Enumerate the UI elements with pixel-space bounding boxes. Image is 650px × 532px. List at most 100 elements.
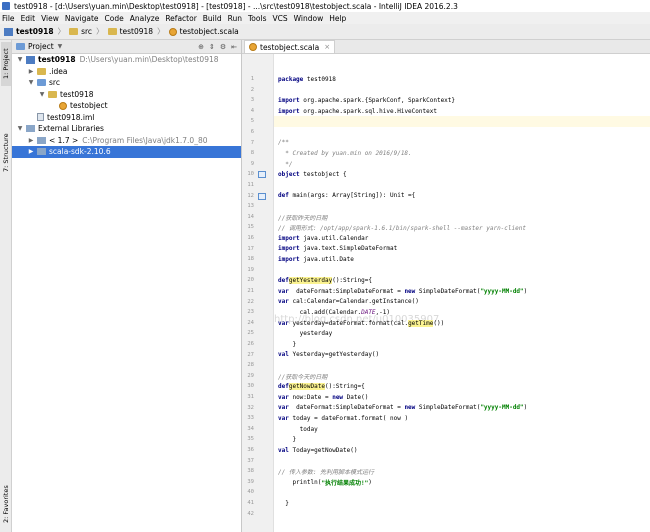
- menu-item-vcs[interactable]: VCS: [272, 14, 287, 23]
- chevron-right-icon[interactable]: ▶: [27, 148, 35, 155]
- code-line[interactable]: import org.apache.spark.{SparkConf, Spar…: [274, 95, 650, 106]
- breadcrumb-label: test0918: [16, 27, 54, 36]
- menu-item-navigate[interactable]: Navigate: [65, 14, 99, 23]
- menu-item-window[interactable]: Window: [294, 14, 324, 23]
- tree-item[interactable]: ▼ test0918: [12, 89, 241, 101]
- tree-item-label: .idea: [49, 66, 68, 76]
- code-line[interactable]: import java.util.Calendar: [274, 233, 650, 244]
- code-line[interactable]: [274, 360, 650, 371]
- menu-item-file[interactable]: File: [2, 14, 15, 23]
- tree-item[interactable]: ▼ test0918 D:\Users\yuan.min\Desktop\test0…: [12, 54, 241, 66]
- editor-tab-testobject[interactable]: testobject.scala ×: [244, 40, 336, 53]
- breadcrumb-item[interactable]: testobject.scala: [168, 27, 239, 36]
- code-line[interactable]: var dateFormat:SimpleDateFormat = new Si…: [274, 286, 650, 297]
- code-line[interactable]: import java.util.Date: [274, 254, 650, 265]
- code-line[interactable]: [274, 85, 650, 96]
- code-line[interactable]: // 调用形式: /opt/app/spark-1.6.1/bin/spark-…: [274, 222, 650, 233]
- chevron-down-icon[interactable]: ▼: [58, 43, 63, 50]
- code-line[interactable]: [274, 509, 650, 520]
- code-line[interactable]: }: [274, 434, 650, 445]
- code-line[interactable]: package test0918: [274, 74, 650, 85]
- code-line[interactable]: def main(args: Array[String]): Unit ={: [274, 191, 650, 202]
- tree-item[interactable]: ▼ src: [12, 77, 241, 89]
- code-line[interactable]: def getNowDate ():String={: [274, 381, 650, 392]
- code-line[interactable]: }: [274, 498, 650, 509]
- chevron-down-icon[interactable]: ▼: [27, 79, 35, 86]
- scala-file-icon: [168, 27, 177, 36]
- chevron-right-icon[interactable]: ▶: [27, 68, 35, 75]
- chevron-right-icon[interactable]: ▶: [27, 137, 35, 144]
- menu-item-run[interactable]: Run: [228, 14, 242, 23]
- chevron-down-icon[interactable]: ▼: [38, 91, 46, 98]
- line-number: 39: [247, 478, 254, 485]
- tree-item[interactable]: test0918.iml: [12, 112, 241, 124]
- code-line[interactable]: val Today=getNowDate(): [274, 445, 650, 456]
- code-line[interactable]: val Yesterday=getYesterday(): [274, 350, 650, 361]
- breadcrumb-item[interactable]: src 〉: [69, 26, 104, 37]
- hide-icon[interactable]: ⇤: [231, 43, 237, 51]
- menu-item-tools[interactable]: Tools: [248, 14, 266, 23]
- tree-item[interactable]: ▶ < 1.7 > C:\Program Files\Java\jdk1.7.0_8…: [12, 135, 241, 147]
- code-line[interactable]: println("执行结果成功!"): [274, 477, 650, 488]
- code-line[interactable]: var now:Date = new Date(): [274, 392, 650, 403]
- line-number: 34: [247, 425, 254, 432]
- run-gutter-icon[interactable]: [258, 192, 266, 200]
- line-number: 8: [250, 150, 254, 157]
- code-line[interactable]: [274, 201, 650, 212]
- code-line[interactable]: import org.apache.spark.sql.hive.HiveCon…: [274, 106, 650, 117]
- code-line[interactable]: * Created by yuan.min on 2016/9/18.: [274, 148, 650, 159]
- code-area[interactable]: http://blog.csdn.net/u010035907 package …: [274, 54, 650, 532]
- line-number: 4: [250, 107, 254, 114]
- breadcrumb-item[interactable]: test0918 〉: [4, 26, 65, 37]
- tab-favorites-tool[interactable]: 2: Favorites: [1, 480, 11, 528]
- code-line[interactable]: var today = dateFormat.format( now ): [274, 413, 650, 424]
- menu-item-code[interactable]: Code: [105, 14, 124, 23]
- line-number: 7: [250, 139, 254, 146]
- code-line[interactable]: var dateFormat:SimpleDateFormat = new Si…: [274, 403, 650, 414]
- code-line[interactable]: [274, 127, 650, 138]
- menu-item-view[interactable]: View: [41, 14, 59, 23]
- code-line[interactable]: today: [274, 424, 650, 435]
- code-line[interactable]: /**: [274, 138, 650, 149]
- code-line[interactable]: }: [274, 339, 650, 350]
- code-line[interactable]: [274, 265, 650, 276]
- intellij-icon: [2, 2, 10, 10]
- code-line[interactable]: import java.text.SimpleDateFormat: [274, 244, 650, 255]
- code-line[interactable]: [274, 180, 650, 191]
- menu-item-edit[interactable]: Edit: [21, 14, 36, 23]
- menu-item-refactor[interactable]: Refactor: [165, 14, 196, 23]
- menu-item-help[interactable]: Help: [329, 14, 346, 23]
- chevron-down-icon[interactable]: ▼: [16, 56, 24, 63]
- code-line[interactable]: cal.add(Calendar. DATE ,-1): [274, 307, 650, 318]
- gear-icon[interactable]: ⚙: [220, 43, 226, 51]
- tree-item[interactable]: testobject: [12, 100, 241, 112]
- code-line[interactable]: object testobject {: [274, 169, 650, 180]
- tab-structure-tool[interactable]: 7: Structure: [1, 130, 11, 176]
- code-line[interactable]: // 传入参数: 先利用脚本模式运行: [274, 466, 650, 477]
- chevron-down-icon[interactable]: ▼: [16, 125, 24, 132]
- menu-item-analyze[interactable]: Analyze: [130, 14, 160, 23]
- project-icon: [4, 27, 13, 36]
- code-line[interactable]: var yesterday=dateFormat.format(cal. getT…: [274, 318, 650, 329]
- code-line[interactable]: [274, 116, 650, 127]
- code-line[interactable]: var cal:Calendar=Calendar.getInstance(): [274, 297, 650, 308]
- tree-item[interactable]: ▼ External Libraries: [12, 123, 241, 135]
- project-panel-title[interactable]: Project: [28, 42, 54, 51]
- code-line[interactable]: [274, 487, 650, 498]
- collapse-icon[interactable]: ⇕: [209, 43, 215, 51]
- window-title: test0918 - [d:\Users\yuan.min\Desktop\te…: [14, 1, 458, 11]
- tree-item[interactable]: ▶ .idea: [12, 66, 241, 78]
- code-line[interactable]: //获取昨天的日期: [274, 212, 650, 223]
- breadcrumb-item[interactable]: test0918 〉: [107, 26, 165, 37]
- code-line[interactable]: */: [274, 159, 650, 170]
- tree-item[interactable]: ▶ scala-sdk-2.10.6: [12, 146, 241, 158]
- code-line[interactable]: [274, 456, 650, 467]
- sync-icon[interactable]: ⊕: [198, 43, 204, 51]
- tab-project-tool[interactable]: 1: Project: [1, 42, 11, 86]
- run-gutter-icon[interactable]: [258, 171, 266, 179]
- menu-item-build[interactable]: Build: [203, 14, 222, 23]
- code-line[interactable]: def getYesterday ():String={: [274, 275, 650, 286]
- code-line[interactable]: //获取今天的日期: [274, 371, 650, 382]
- code-line[interactable]: yesterday: [274, 328, 650, 339]
- close-icon[interactable]: ×: [324, 43, 330, 51]
